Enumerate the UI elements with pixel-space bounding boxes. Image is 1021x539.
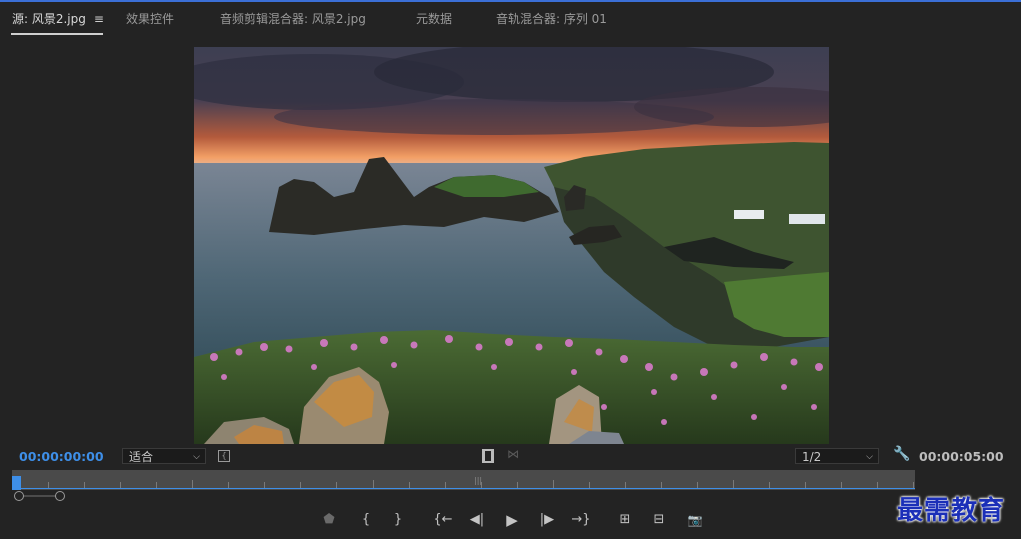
- monitor-controls: 00:00:00:00 适合 ⌵ { ⋈ 1/2 ⌵ 🔧 00:00:05:00: [0, 446, 1021, 467]
- insert-button[interactable]: ⊞: [614, 510, 636, 530]
- chevron-down-icon: ⌵: [866, 452, 873, 462]
- zoom-select-value: 适合: [129, 450, 154, 464]
- transport-controls: ⬟ { } {← ◀| ▶ |▶ →} ⊞ ⊟ 📷: [0, 510, 1021, 532]
- tab-metadata[interactable]: 元数据: [416, 4, 452, 32]
- resolution-select-value: 1/2: [802, 450, 822, 464]
- overwrite-button[interactable]: ⊟: [648, 510, 670, 530]
- playhead[interactable]: [12, 476, 21, 490]
- go-to-in-button[interactable]: {←: [432, 510, 454, 530]
- tab-source-label: 源: 风景2.jpg: [12, 12, 86, 26]
- camera-icon[interactable]: 📷: [684, 510, 706, 530]
- tab-source[interactable]: 源: 风景2.jpg ≡: [12, 4, 104, 32]
- zoom-select[interactable]: 适合 ⌵: [122, 448, 206, 464]
- mark-in-button[interactable]: {: [355, 510, 377, 530]
- play-button[interactable]: ▶: [501, 510, 523, 530]
- panel-tab-bar: 源: 风景2.jpg ≡ 效果控件 音频剪辑混合器: 风景2.jpg 元数据 音轨…: [0, 4, 1021, 35]
- tab-audio-track-mixer[interactable]: 音轨混合器: 序列 01: [496, 4, 607, 32]
- active-tab-underline: [11, 33, 103, 35]
- mark-out-button[interactable]: }: [387, 510, 409, 530]
- safe-margin-icon[interactable]: {: [218, 450, 230, 462]
- step-back-button[interactable]: ◀|: [466, 510, 488, 530]
- marker-icon[interactable]: ⬟: [318, 510, 340, 530]
- in-out-range-bar: [12, 488, 915, 489]
- time-ruler[interactable]: |||: [12, 470, 915, 490]
- film-icon[interactable]: [482, 449, 494, 463]
- ruler-grip: |||: [474, 476, 483, 485]
- program-preview-image: [194, 47, 829, 444]
- duration-timecode: 00:00:05:00: [919, 449, 1004, 464]
- current-timecode[interactable]: 00:00:00:00: [19, 449, 104, 464]
- panel-top-border: [0, 0, 1021, 2]
- plus-icon[interactable]: +: [986, 511, 998, 527]
- tab-effect-controls[interactable]: 效果控件: [126, 4, 174, 32]
- zoom-handle-left[interactable]: [14, 491, 24, 501]
- tab-audio-clip-mixer[interactable]: 音频剪辑混合器: 风景2.jpg: [220, 4, 366, 32]
- wrench-icon[interactable]: 🔧: [893, 446, 910, 462]
- step-forward-button[interactable]: |▶: [536, 510, 558, 530]
- waveform-icon[interactable]: ⋈: [507, 447, 519, 461]
- menu-icon[interactable]: ≡: [94, 4, 104, 34]
- go-to-out-button[interactable]: →}: [570, 510, 592, 530]
- zoom-handle-right[interactable]: [55, 491, 65, 501]
- zoom-scroll-bar[interactable]: [18, 495, 60, 497]
- chevron-down-icon: ⌵: [193, 452, 200, 462]
- resolution-select[interactable]: 1/2 ⌵: [795, 448, 879, 464]
